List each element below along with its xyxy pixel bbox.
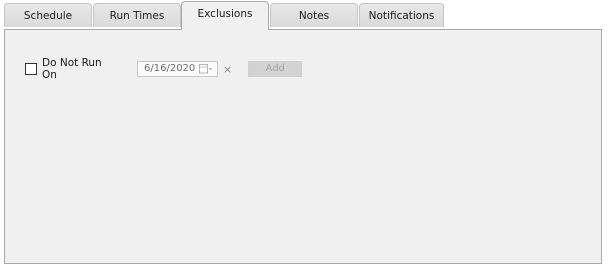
clear-date-icon[interactable]: × — [223, 63, 232, 76]
tab-schedule[interactable]: Schedule — [4, 3, 92, 27]
exclusion-row: Do Not Run On 6/16/2020 × Add — [25, 57, 303, 81]
exclusions-panel: Do Not Run On 6/16/2020 × Add — [4, 29, 602, 264]
tab-run-times[interactable]: Run Times — [93, 3, 181, 27]
tab-notes[interactable]: Notes — [270, 3, 358, 27]
do-not-run-on-checkbox[interactable] — [25, 63, 37, 75]
calendar-icon[interactable] — [199, 64, 213, 74]
tab-exclusions[interactable]: Exclusions — [181, 1, 269, 30]
do-not-run-on-label[interactable]: Do Not Run On — [42, 57, 112, 81]
tab-strip: Schedule Run Times Exclusions Notes Noti… — [4, 1, 610, 30]
exclusion-date-picker[interactable]: 6/16/2020 — [137, 61, 218, 77]
exclusion-date-value: 6/16/2020 — [144, 63, 196, 74]
tab-notifications[interactable]: Notifications — [359, 3, 444, 27]
add-button[interactable]: Add — [248, 61, 303, 77]
